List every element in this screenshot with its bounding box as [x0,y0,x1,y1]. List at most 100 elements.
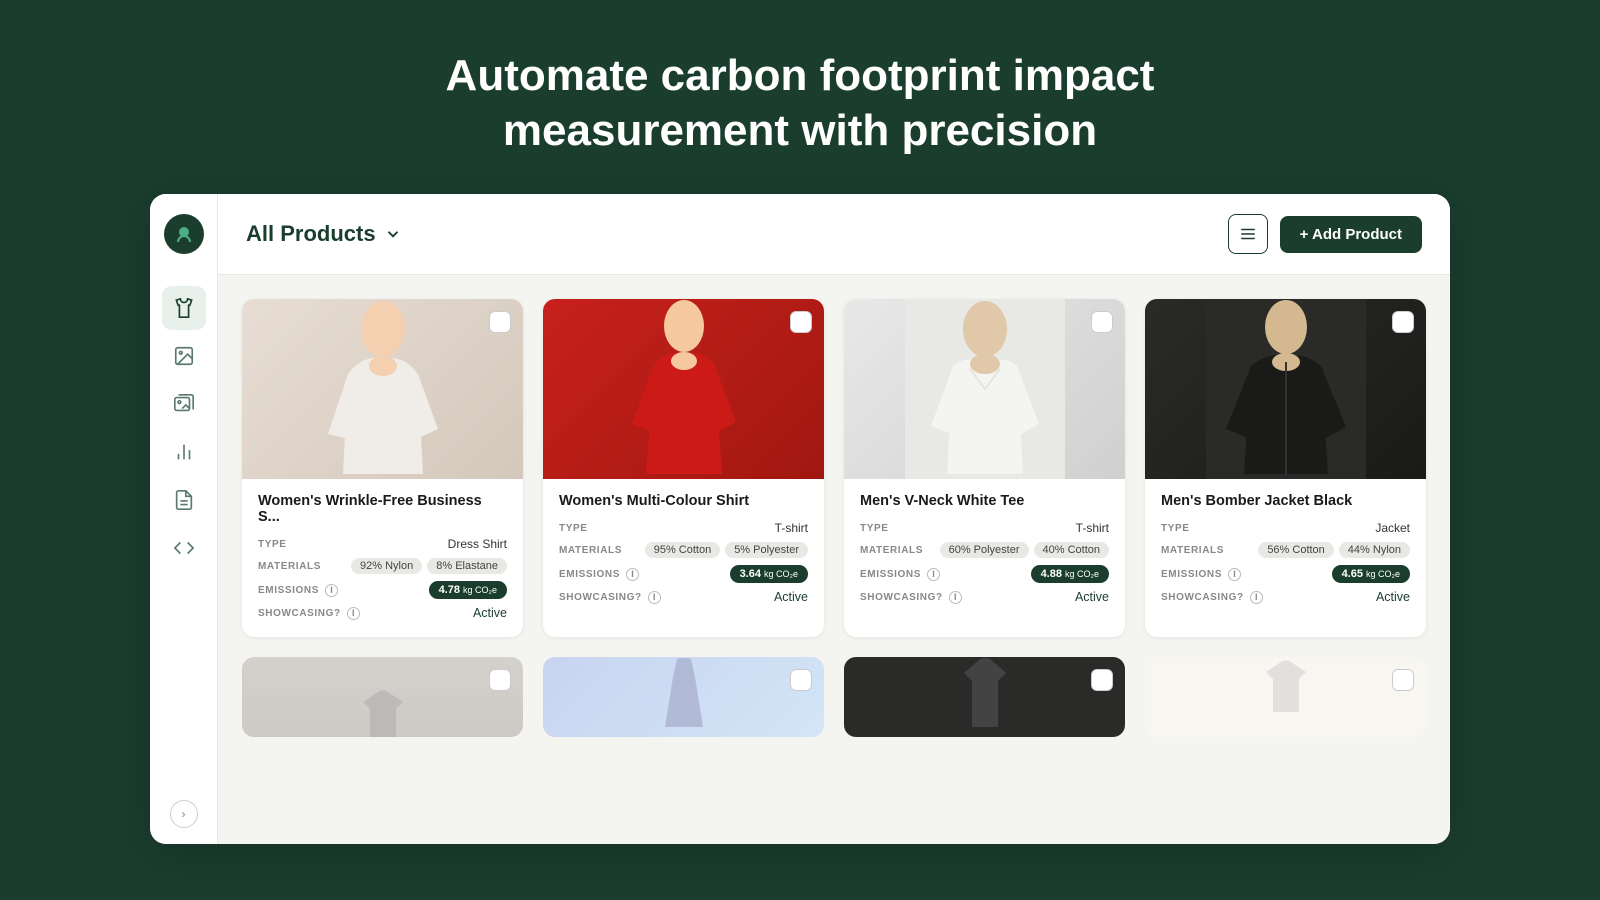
type-label: TYPE [559,523,588,534]
material-badge: 92% Nylon [351,558,422,574]
sidebar-item-code[interactable] [162,526,206,570]
emissions-info-icon[interactable]: i [626,568,639,581]
showcasing-label: SHOWCASING? i [559,591,661,604]
showcasing-info-icon[interactable]: i [1250,591,1263,604]
sidebar-item-chart[interactable] [162,430,206,474]
type-label: TYPE [860,523,889,534]
emissions-row-1: EMISSIONS i 4.78kg CO₂e [258,581,507,599]
hero-line2: measurement with precision [503,106,1097,155]
emissions-label: EMISSIONS i [559,568,639,581]
list-icon [1239,225,1257,243]
products-grid: Women's Wrinkle-Free Business S... TYPE … [242,299,1426,637]
type-row-1: TYPE Dress Shirt [258,537,507,551]
showcasing-label: SHOWCASING? i [860,591,962,604]
showcasing-info-icon[interactable]: i [648,591,661,604]
list-view-button[interactable] [1228,214,1268,254]
material-badge: 56% Cotton [1258,542,1333,558]
product-name-4: Men's Bomber Jacket Black [1161,493,1410,509]
materials-row-1: MATERIALS 92% Nylon 8% Elastane [258,558,507,574]
top-bar-actions: + Add Product [1228,214,1422,254]
product-checkbox-4[interactable] [1392,311,1414,333]
add-product-button[interactable]: + Add Product [1280,216,1422,253]
emissions-label: EMISSIONS i [258,584,338,597]
showcasing-status-3: Active [1075,590,1109,604]
sidebar-toggle[interactable]: › [170,800,198,828]
all-products-label: All Products [246,221,376,247]
showcasing-row-4: SHOWCASING? i Active [1161,590,1410,604]
type-value-1: Dress Shirt [448,537,507,551]
sidebar-item-images[interactable] [162,382,206,426]
showcasing-status-1: Active [473,606,507,620]
emissions-badge-1: 4.78kg CO₂e [429,581,507,599]
chevron-down-icon [384,225,402,243]
logo[interactable] [164,214,204,254]
materials-row-3: MATERIALS 60% Polyester 40% Cotton [860,542,1109,558]
top-bar: All Products + Add Product [218,194,1450,275]
card-checkbox-partial-1[interactable] [489,669,511,691]
all-products-dropdown[interactable]: All Products [246,221,402,247]
materials-label: MATERIALS [258,561,321,572]
shirt-silhouette [358,687,408,737]
product-image-3 [844,299,1125,479]
product-image-2 [543,299,824,479]
product-name-1: Women's Wrinkle-Free Business S... [258,493,507,525]
sidebar-item-image[interactable] [162,334,206,378]
showcasing-info-icon[interactable]: i [347,607,360,620]
product-body-2: Women's Multi-Colour Shirt TYPE T-shirt … [543,479,824,621]
showcasing-status-4: Active [1376,590,1410,604]
product-body-1: Women's Wrinkle-Free Business S... TYPE … [242,479,523,637]
product-checkbox-2[interactable] [790,311,812,333]
emissions-row-4: EMISSIONS i 4.65kg CO₂e [1161,565,1410,583]
product-card-3: Men's V-Neck White Tee TYPE T-shirt MATE… [844,299,1125,637]
card-checkbox-partial-4[interactable] [1392,669,1414,691]
add-product-label: + Add Product [1300,226,1402,243]
product-card-1: Women's Wrinkle-Free Business S... TYPE … [242,299,523,637]
logo-icon [172,222,196,246]
product-body-3: Men's V-Neck White Tee TYPE T-shirt MATE… [844,479,1125,621]
product-card-4: Men's Bomber Jacket Black TYPE Jacket MA… [1145,299,1426,637]
product-name-3: Men's V-Neck White Tee [860,493,1109,509]
card-checkbox-partial-2[interactable] [790,669,812,691]
type-row-2: TYPE T-shirt [559,521,808,535]
product-checkbox-1[interactable] [489,311,511,333]
materials-badges-4: 56% Cotton 44% Nylon [1258,542,1410,558]
material-badge: 44% Nylon [1339,542,1410,558]
material-badge: 60% Polyester [940,542,1029,558]
type-label: TYPE [258,539,287,550]
materials-label: MATERIALS [559,545,622,556]
type-row-4: TYPE Jacket [1161,521,1410,535]
showcasing-label: SHOWCASING? i [258,607,360,620]
emissions-badge-3: 4.88kg CO₂e [1031,565,1109,583]
materials-badges-1: 92% Nylon 8% Elastane [351,558,507,574]
sidebar: › [150,194,218,844]
type-value-4: Jacket [1375,521,1410,535]
sidebar-nav [162,286,206,800]
product-checkbox-3[interactable] [1091,311,1113,333]
materials-row-2: MATERIALS 95% Cotton5% Polyester [559,542,808,558]
materials-label: MATERIALS [860,545,923,556]
emissions-badge-4: 4.65kg CO₂e [1332,565,1410,583]
material-badge: 5% Polyester [725,542,808,558]
sidebar-item-clothing[interactable] [162,286,206,330]
emissions-info-icon[interactable]: i [927,568,940,581]
emissions-info-icon[interactable]: i [1228,568,1241,581]
material-badge: 40% Cotton [1034,542,1109,558]
emissions-badge-2: 3.64kg CO₂e [730,565,808,583]
product-card-partial-3 [844,657,1125,737]
hero-line1: Automate carbon footprint impact [446,51,1155,100]
materials-badges-2: 95% Cotton5% Polyester [645,542,808,558]
type-row-3: TYPE T-shirt [860,521,1109,535]
products-grid-area: Women's Wrinkle-Free Business S... TYPE … [218,275,1450,844]
emissions-label: EMISSIONS i [1161,568,1241,581]
product-card-partial-2 [543,657,824,737]
emissions-label: EMISSIONS i [860,568,940,581]
product-name-2: Women's Multi-Colour Shirt [559,493,808,509]
showcasing-info-icon[interactable]: i [949,591,962,604]
jacket-silhouette [960,657,1010,737]
card-checkbox-partial-3[interactable] [1091,669,1113,691]
emissions-info-icon[interactable]: i [325,584,338,597]
sidebar-item-document[interactable] [162,478,206,522]
dress-silhouette [659,657,709,737]
main-content: All Products + Add Product [218,194,1450,844]
material-badge: 8% Elastane [427,558,507,574]
